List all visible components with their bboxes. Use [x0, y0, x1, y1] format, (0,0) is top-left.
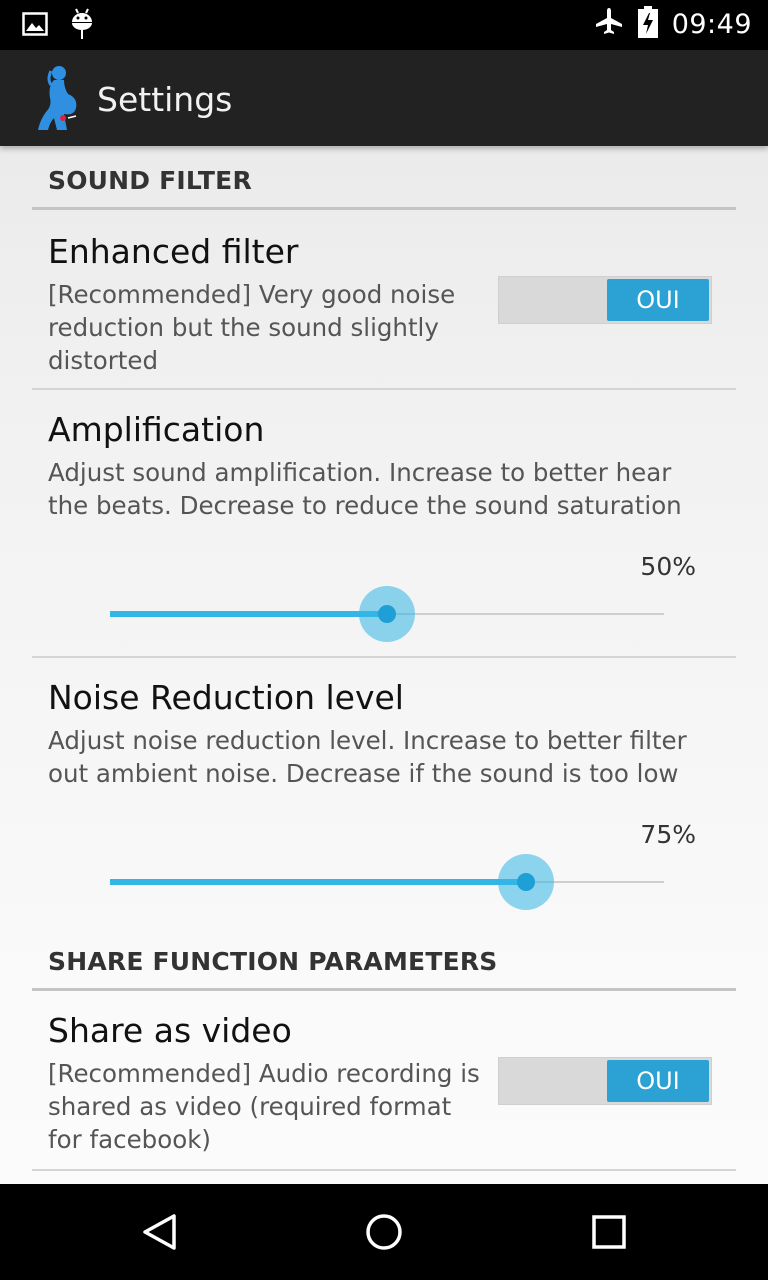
image-icon — [22, 12, 48, 41]
switch-thumb: OUI — [607, 279, 709, 321]
slider-value: 50% — [640, 552, 696, 581]
app-logo-icon[interactable] — [32, 64, 84, 132]
slider-thumb[interactable] — [516, 873, 535, 891]
pref-title: Share as video — [48, 1011, 292, 1050]
pref-enhanced-filter[interactable]: Enhanced filter [Recommended] Very good … — [32, 210, 736, 390]
airplane-mode-icon — [594, 7, 624, 42]
android-debug-icon — [70, 8, 94, 45]
page-title: Settings — [97, 80, 233, 119]
pref-title: Enhanced filter — [48, 232, 299, 271]
noise-reduction-slider[interactable] — [110, 852, 664, 912]
pref-summary: Adjust noise reduction level. Increase t… — [48, 726, 687, 788]
section-header-label: SOUND FILTER — [48, 166, 252, 195]
slider-thumb[interactable] — [378, 605, 396, 623]
pref-summary: [Recommended] Audio recording is shared … — [48, 1059, 480, 1154]
pref-amplification: Amplification Adjust sound amplification… — [32, 390, 736, 658]
back-icon[interactable] — [140, 1212, 180, 1252]
section-header-sound-filter: SOUND FILTER — [32, 146, 736, 210]
navigation-bar — [0, 1184, 768, 1280]
status-time: 09:49 — [671, 9, 752, 40]
status-bar: 09:49 — [0, 0, 768, 50]
pref-title: Noise Reduction level — [48, 678, 404, 717]
section-header-share: SHARE FUNCTION PARAMETERS — [32, 927, 736, 991]
slider-track-fill — [110, 611, 387, 617]
action-bar: Settings — [0, 50, 768, 146]
pref-summary: [Recommended] Very good noise reduction … — [48, 280, 456, 375]
amplification-slider[interactable] — [110, 584, 664, 644]
settings-list: SOUND FILTER Enhanced filter [Recommende… — [0, 146, 768, 1184]
recents-icon[interactable] — [589, 1212, 629, 1252]
enhanced-filter-switch[interactable]: OUI — [498, 276, 712, 324]
home-icon[interactable] — [364, 1212, 404, 1252]
pref-summary: Adjust sound amplification. Increase to … — [48, 458, 682, 520]
pref-share-as-video[interactable]: Share as video [Recommended] Audio recor… — [32, 991, 736, 1171]
pref-title: Amplification — [48, 410, 265, 449]
slider-value: 75% — [640, 820, 696, 849]
slider-track-fill — [110, 879, 526, 885]
section-header-label: SHARE FUNCTION PARAMETERS — [48, 947, 498, 976]
share-as-video-switch[interactable]: OUI — [498, 1057, 712, 1105]
battery-charging-icon — [637, 6, 658, 43]
pref-noise-reduction: Noise Reduction level Adjust noise reduc… — [32, 658, 736, 926]
switch-thumb: OUI — [607, 1060, 709, 1102]
